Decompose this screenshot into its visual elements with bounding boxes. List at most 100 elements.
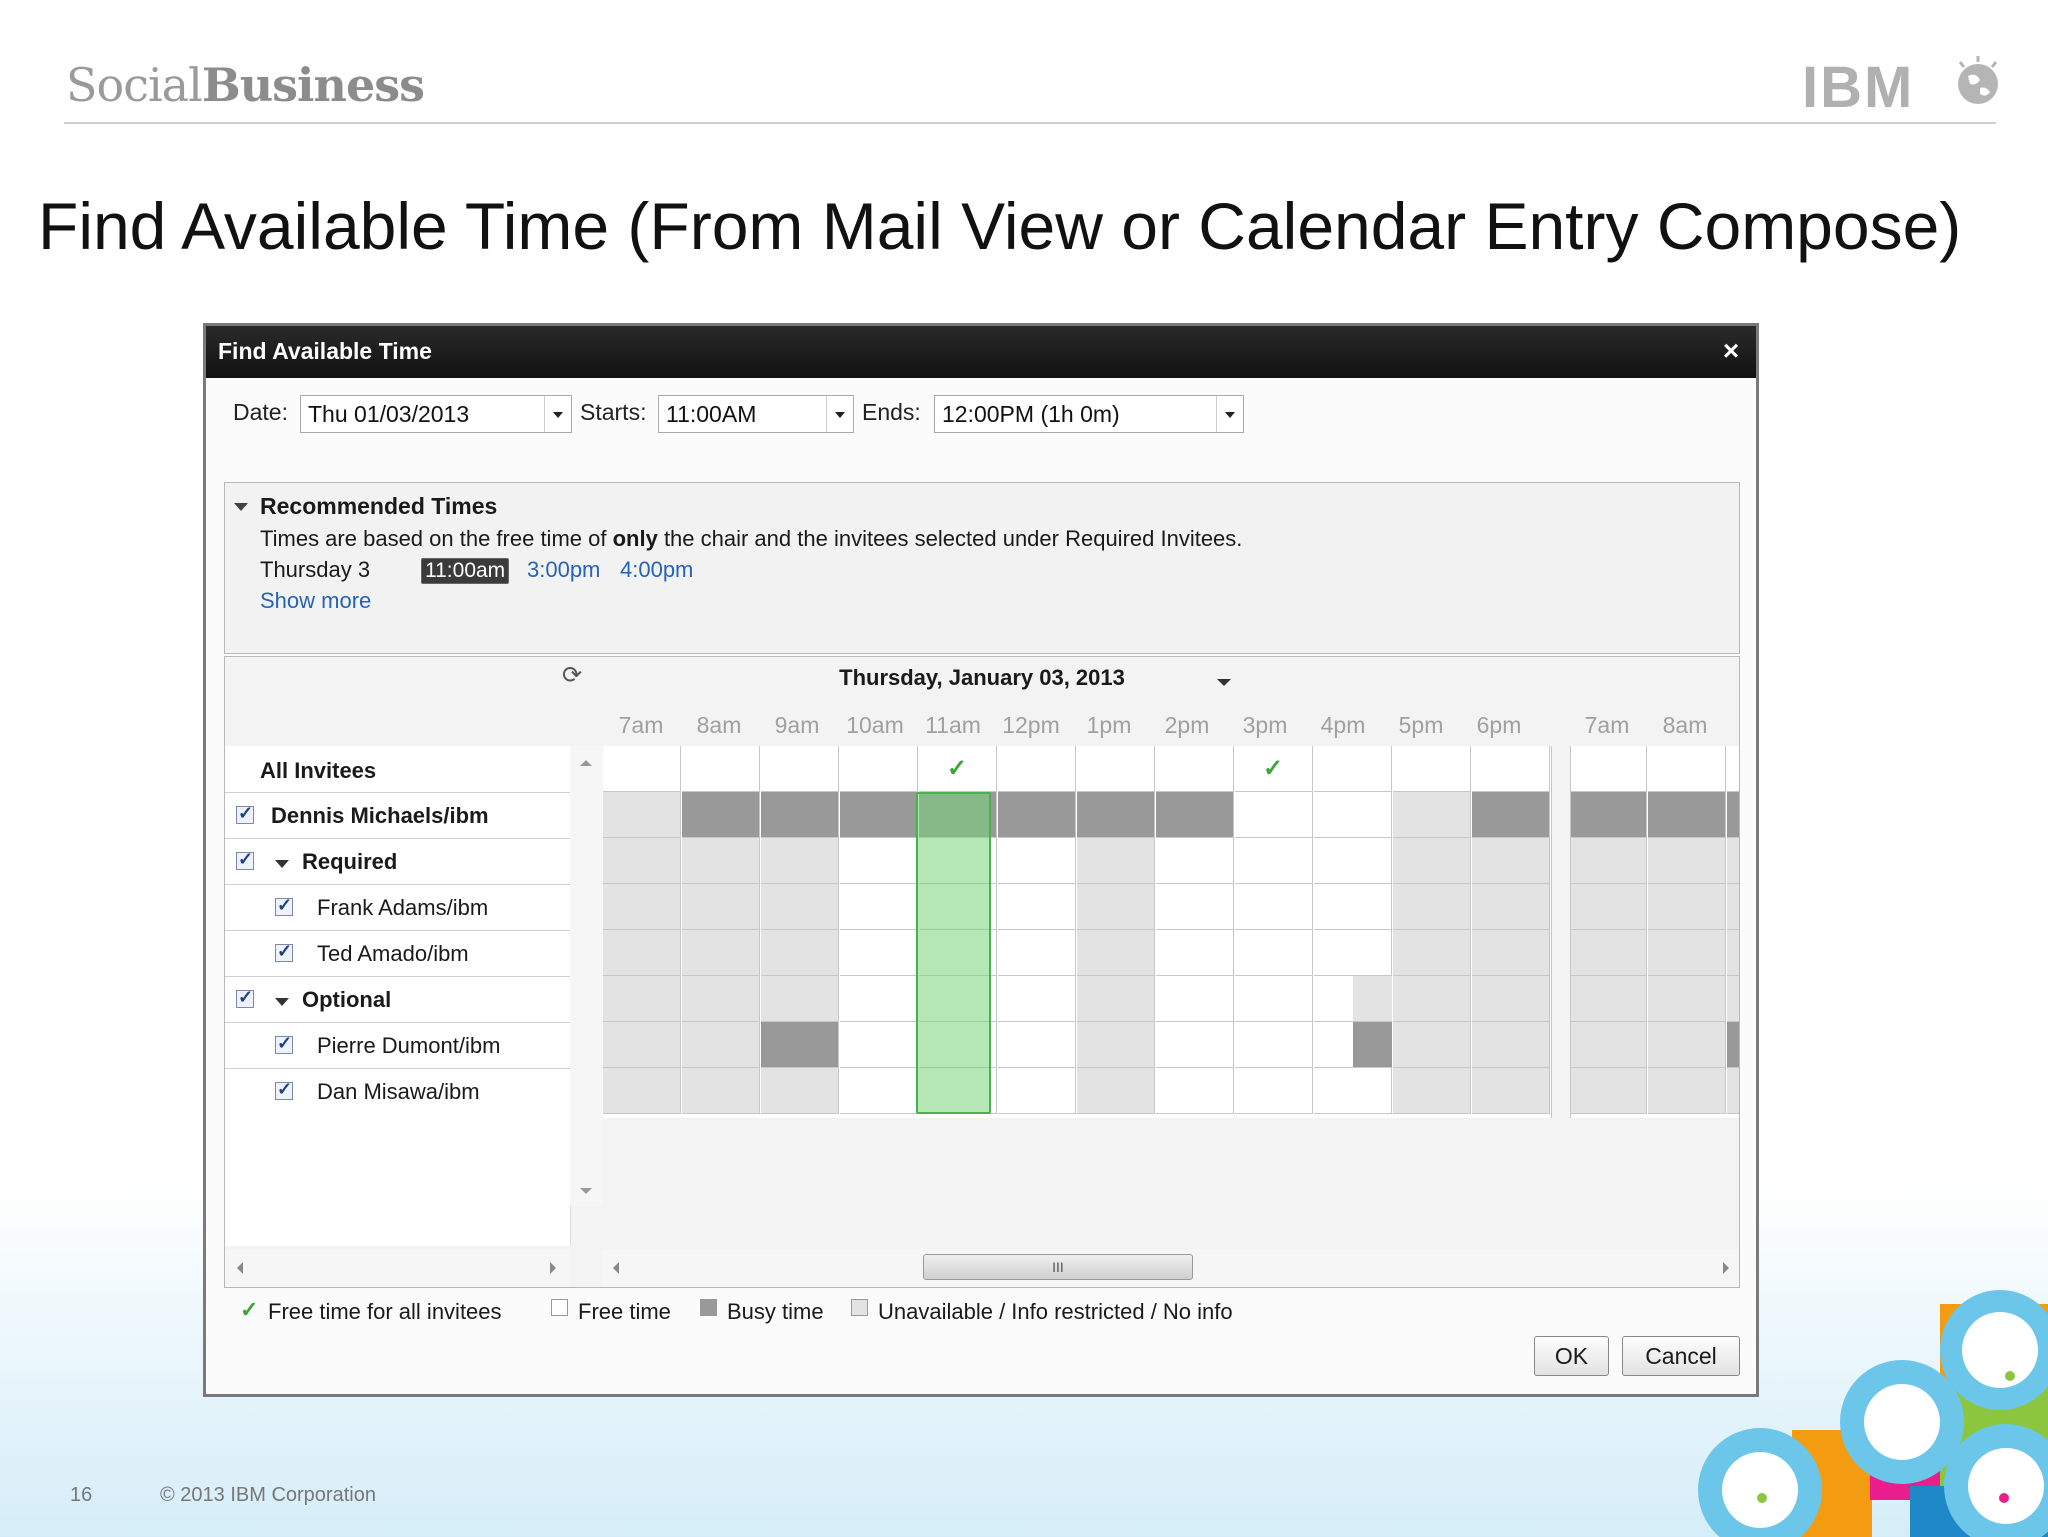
- all-invitees-cell[interactable]: [1569, 746, 1647, 792]
- time-cell[interactable]: [1648, 1022, 1726, 1068]
- time-cell[interactable]: [1156, 930, 1234, 976]
- selected-time-block[interactable]: [916, 792, 991, 1114]
- invitee-checkbox[interactable]: [236, 987, 254, 1008]
- time-cell[interactable]: [1077, 1022, 1155, 1068]
- time-cell[interactable]: [1235, 792, 1313, 838]
- time-cell[interactable]: [1077, 884, 1155, 930]
- time-cell[interactable]: [840, 976, 918, 1022]
- all-invitees-cell[interactable]: [998, 746, 1076, 792]
- time-cell[interactable]: [1156, 792, 1234, 838]
- chevron-down-icon[interactable]: [544, 396, 571, 432]
- time-cell[interactable]: [1077, 1068, 1155, 1114]
- time-cell[interactable]: [1472, 884, 1550, 930]
- time-cell[interactable]: [1569, 792, 1647, 838]
- time-cell[interactable]: [1393, 976, 1471, 1022]
- time-cell[interactable]: [1569, 884, 1647, 930]
- invitee-row[interactable]: Dennis Michaels/ibm: [225, 792, 570, 838]
- time-cell[interactable]: [1727, 976, 1739, 1022]
- time-cell[interactable]: [1472, 838, 1550, 884]
- scroll-up-icon[interactable]: [580, 760, 592, 766]
- invitee-checkbox[interactable]: [236, 803, 254, 824]
- time-cell[interactable]: [603, 1022, 681, 1068]
- time-cell[interactable]: [998, 792, 1076, 838]
- all-invitees-cell[interactable]: [1393, 746, 1471, 792]
- invitee-group-row[interactable]: Required: [225, 838, 570, 884]
- time-cell[interactable]: [840, 838, 918, 884]
- time-cell[interactable]: [1156, 976, 1234, 1022]
- all-invitees-cell[interactable]: [761, 746, 839, 792]
- time-cell[interactable]: [1727, 838, 1739, 884]
- time-cell[interactable]: [1393, 838, 1471, 884]
- time-cell[interactable]: [761, 976, 839, 1022]
- time-cell[interactable]: [1393, 884, 1471, 930]
- all-invitees-cell[interactable]: [682, 746, 760, 792]
- ends-dropdown[interactable]: 12:00PM (1h 0m): [934, 395, 1244, 433]
- invitee-checkbox[interactable]: [275, 1033, 293, 1054]
- chevron-down-icon[interactable]: [1217, 679, 1231, 686]
- scroll-right-icon[interactable]: [550, 1262, 556, 1274]
- time-cell[interactable]: [1156, 1068, 1234, 1114]
- time-cell[interactable]: [1727, 930, 1739, 976]
- time-cell[interactable]: [1727, 1022, 1739, 1068]
- time-cell[interactable]: [761, 838, 839, 884]
- time-cell[interactable]: [1472, 1022, 1550, 1068]
- date-dropdown[interactable]: Thu 01/03/2013: [300, 395, 572, 433]
- scrollbar-thumb[interactable]: III: [923, 1254, 1193, 1280]
- chevron-down-icon[interactable]: [1216, 396, 1243, 432]
- scroll-left-icon[interactable]: [237, 1262, 243, 1274]
- vertical-scrollbar[interactable]: [570, 746, 603, 1206]
- time-cell[interactable]: [1472, 792, 1550, 838]
- grid-horizontal-scrollbar[interactable]: III: [603, 1249, 1739, 1287]
- time-cell[interactable]: [603, 884, 681, 930]
- time-cell[interactable]: [1727, 884, 1739, 930]
- time-cell[interactable]: [840, 792, 918, 838]
- scroll-left-icon[interactable]: [613, 1262, 619, 1274]
- show-more-link[interactable]: Show more: [260, 588, 371, 614]
- time-cell[interactable]: [761, 792, 839, 838]
- invitee-row[interactable]: Dan Misawa/ibm: [225, 1068, 570, 1114]
- all-invitees-cell[interactable]: [1314, 746, 1392, 792]
- time-cell[interactable]: [1727, 1068, 1739, 1114]
- time-cell[interactable]: [761, 930, 839, 976]
- time-cell[interactable]: [1569, 1022, 1647, 1068]
- collapse-triangle-icon[interactable]: [275, 998, 289, 1006]
- time-cell[interactable]: [1235, 930, 1313, 976]
- time-cell[interactable]: [840, 884, 918, 930]
- time-cell[interactable]: [682, 884, 760, 930]
- time-cell[interactable]: [682, 1022, 760, 1068]
- time-cell[interactable]: [1156, 1022, 1234, 1068]
- all-invitees-cell[interactable]: [1727, 746, 1739, 792]
- time-cell[interactable]: [998, 838, 1076, 884]
- grid-date-header[interactable]: Thursday, January 03, 2013: [225, 665, 1739, 691]
- starts-dropdown[interactable]: 11:00AM: [658, 395, 854, 433]
- free-busy-grid[interactable]: ✓ ✓: [603, 746, 1739, 1118]
- time-cell[interactable]: [1314, 884, 1392, 930]
- time-cell[interactable]: [1569, 976, 1647, 1022]
- recommended-slot-selected[interactable]: 11:00am: [421, 558, 510, 584]
- all-invitees-cell[interactable]: [1648, 746, 1726, 792]
- time-cell[interactable]: [1077, 930, 1155, 976]
- time-cell[interactable]: [1569, 1068, 1647, 1114]
- time-cell[interactable]: [1648, 976, 1726, 1022]
- time-cell[interactable]: [1077, 976, 1155, 1022]
- invitee-checkbox[interactable]: [275, 941, 293, 962]
- invitee-row[interactable]: Frank Adams/ibm: [225, 884, 570, 930]
- invitee-group-row[interactable]: Optional: [225, 976, 570, 1022]
- time-cell[interactable]: [682, 930, 760, 976]
- time-cell[interactable]: [682, 792, 760, 838]
- invitee-checkbox[interactable]: [275, 1079, 293, 1100]
- time-cell[interactable]: [1077, 838, 1155, 884]
- refresh-icon[interactable]: ⟳: [562, 661, 582, 690]
- time-cell[interactable]: [682, 1068, 760, 1114]
- collapse-triangle-icon[interactable]: [275, 860, 289, 868]
- time-cell[interactable]: [998, 976, 1076, 1022]
- time-cell[interactable]: [998, 1068, 1076, 1114]
- time-cell[interactable]: [1314, 1068, 1392, 1114]
- time-cell[interactable]: [1156, 884, 1234, 930]
- scroll-right-icon[interactable]: [1723, 1262, 1729, 1274]
- time-cell[interactable]: [682, 976, 760, 1022]
- invitee-checkbox[interactable]: [275, 895, 293, 916]
- time-cell[interactable]: [998, 930, 1076, 976]
- time-cell[interactable]: [761, 884, 839, 930]
- recommended-slot-link[interactable]: 4:00pm: [620, 557, 693, 583]
